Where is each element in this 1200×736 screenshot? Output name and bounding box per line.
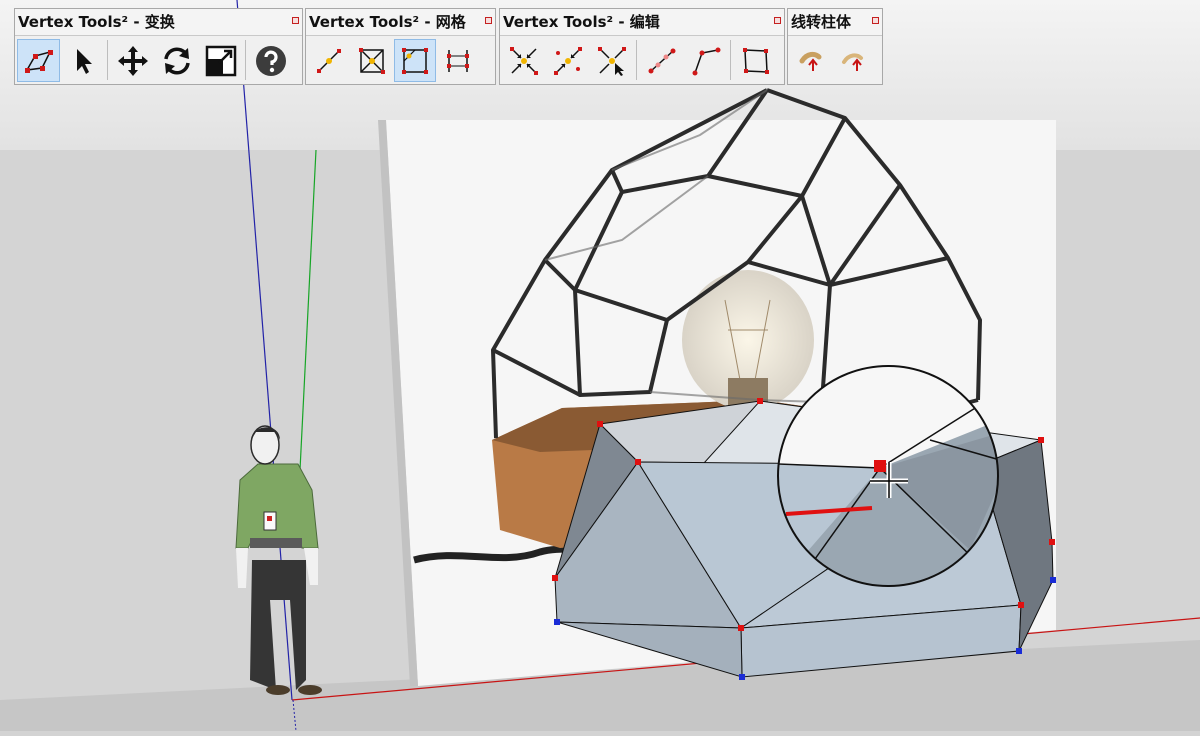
rotate-button[interactable] xyxy=(155,39,198,82)
edge-split-button[interactable] xyxy=(437,39,479,82)
connect-vertices-icon xyxy=(648,48,675,73)
toolbar-line-to-cylinder: 线转柱体 xyxy=(787,8,883,85)
sketchup-viewport[interactable] xyxy=(0,0,1200,732)
close-icon[interactable] xyxy=(774,17,781,24)
vertex-select-icon xyxy=(24,49,53,73)
square-edit-icon xyxy=(742,47,769,74)
close-icon[interactable] xyxy=(292,17,299,24)
toolbar-title[interactable]: 线转柱体 xyxy=(788,9,882,36)
merge-to-cursor-button[interactable] xyxy=(590,39,633,82)
line-vertex-button[interactable] xyxy=(308,39,350,82)
line-to-cylinder-button[interactable] xyxy=(790,39,832,82)
help-icon xyxy=(255,45,286,76)
toolbar-title[interactable]: Vertex Tools² - 编辑 xyxy=(500,9,784,36)
quad-grid-button[interactable] xyxy=(394,39,436,82)
line-to-cylinder-icon xyxy=(799,51,822,71)
line-vertex-icon xyxy=(317,48,341,73)
toolbar-separator xyxy=(730,40,731,80)
quad-grid-icon xyxy=(402,47,428,74)
toolbar-mesh: Vertex Tools² - 网格 xyxy=(305,8,496,85)
edge-split-icon xyxy=(447,49,469,72)
toolbar-title[interactable]: Vertex Tools² - 网格 xyxy=(306,9,495,36)
bend-edge-button[interactable] xyxy=(684,39,727,82)
move-button[interactable] xyxy=(111,39,154,82)
arrow-cursor-icon xyxy=(76,48,92,74)
toolbar-edit: Vertex Tools² - 编辑 xyxy=(499,8,785,85)
model-scene xyxy=(0,0,1200,732)
merge-vertices-button[interactable] xyxy=(502,39,545,82)
square-edit-button[interactable] xyxy=(734,39,777,82)
scale-icon xyxy=(205,45,236,76)
bend-edge-icon xyxy=(692,47,720,75)
select-button[interactable] xyxy=(61,39,104,82)
close-icon[interactable] xyxy=(485,17,492,24)
move-icon xyxy=(117,45,148,76)
merge-vertices-icon xyxy=(509,46,538,75)
line-to-cylinder-alt-button[interactable] xyxy=(833,39,875,82)
merge-to-cursor-icon xyxy=(597,46,626,76)
merge-center-icon xyxy=(553,46,582,75)
merge-center-button[interactable] xyxy=(546,39,589,82)
toolbar-separator xyxy=(245,40,246,80)
scale-button[interactable] xyxy=(199,39,242,82)
toolbar-title[interactable]: Vertex Tools² - 变换 xyxy=(15,9,302,36)
cross-grid-icon xyxy=(359,47,385,74)
close-icon[interactable] xyxy=(872,17,879,24)
toolbar-transform: Vertex Tools² - 变换 xyxy=(14,8,303,85)
connect-vertices-button[interactable] xyxy=(640,39,683,82)
rotate-icon xyxy=(163,46,190,75)
cross-grid-button[interactable] xyxy=(351,39,393,82)
toolbar-separator xyxy=(107,40,108,80)
line-to-cylinder-alt-icon xyxy=(842,52,863,71)
help-button[interactable] xyxy=(249,39,292,82)
vertex-select-button[interactable] xyxy=(17,39,60,82)
toolbar-separator xyxy=(636,40,637,80)
